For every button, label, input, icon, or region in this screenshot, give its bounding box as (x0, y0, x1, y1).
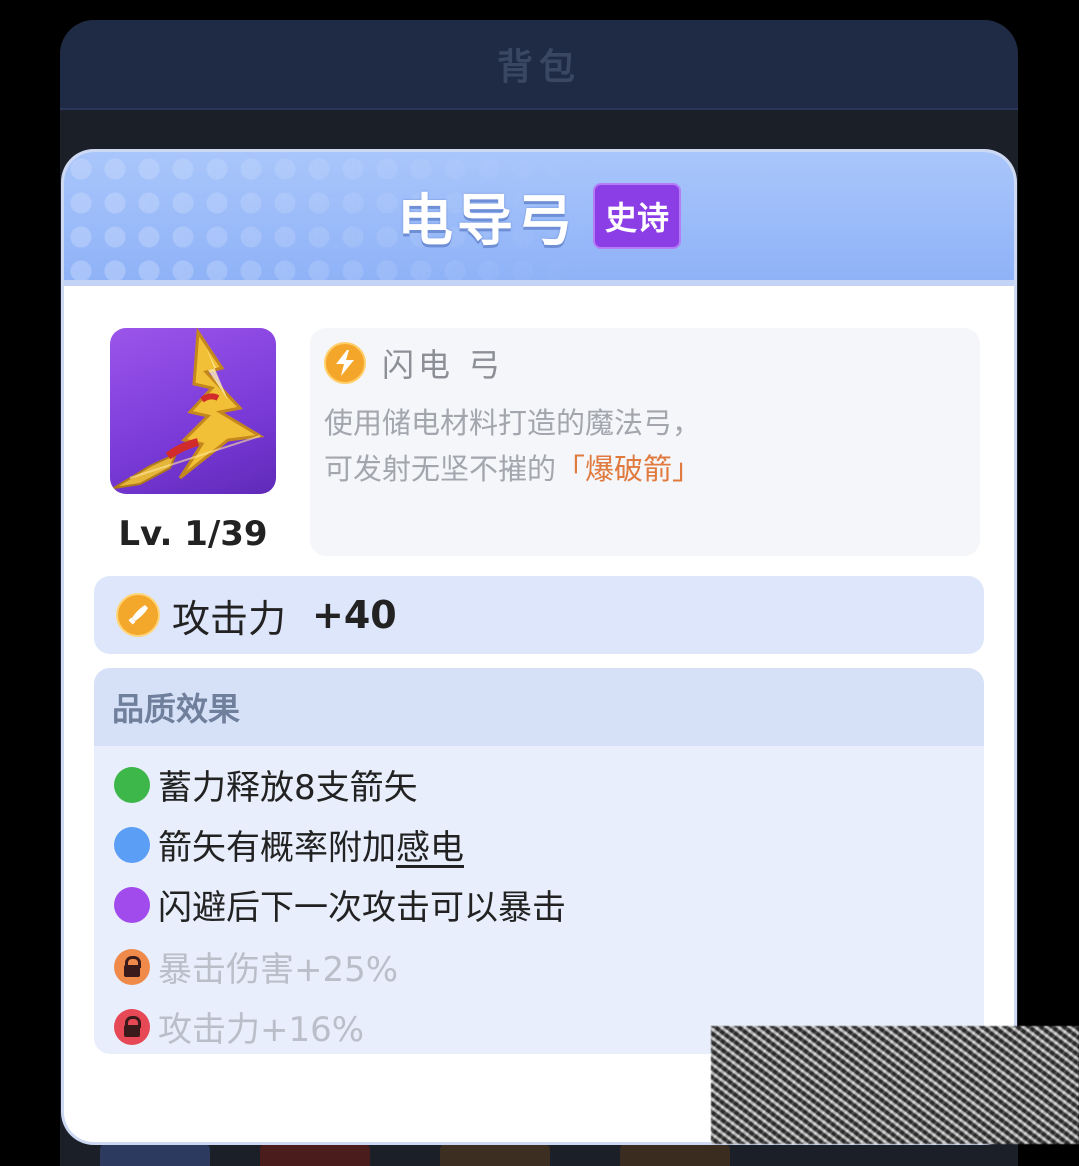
bag-slot (440, 1142, 550, 1166)
bag-slot (100, 1142, 210, 1166)
lock-icon (114, 948, 150, 985)
quality-effect-item: 蓄力释放8支箭矢 (114, 760, 418, 809)
effect-text: 闪避后下一次攻击可以暴击 (158, 888, 566, 928)
attack-stat-bar: 攻击力 +40 (94, 576, 984, 654)
item-title: 电导弓 (396, 188, 577, 254)
lock-icon (114, 1008, 150, 1045)
effect-text: 攻击力+16% (158, 1010, 365, 1050)
qr-watermark (711, 1026, 1079, 1144)
sword-icon (116, 593, 160, 637)
quality-dot-icon (114, 886, 150, 923)
item-detail-popup[interactable]: 电导弓 史诗 Lv. 1/39 闪电 弓 使用储电材料打造的魔法弓， 可发射无坚… (64, 152, 1014, 1142)
item-level: Lv. 1/39 (118, 514, 268, 554)
description-highlight: 「爆破箭」 (556, 452, 702, 486)
effect-keyword-link[interactable]: 感电 (396, 820, 464, 869)
effect-text: 箭矢有概率附加 (158, 828, 396, 868)
bag-title: 背包 (496, 47, 581, 88)
lightning-bow-icon (110, 328, 276, 494)
popup-header: 电导弓 史诗 (64, 152, 1014, 286)
item-name-row: 闪电 弓 (324, 340, 504, 386)
quality-effect-item[interactable]: 箭矢有概率附加 感电 (114, 820, 464, 869)
bag-slot (260, 1142, 370, 1166)
rarity-badge: 史诗 (592, 183, 681, 249)
attack-label: 攻击力 (172, 596, 287, 641)
lightning-bolt-icon (324, 342, 366, 384)
description-text: 可发射无坚不摧的 (324, 452, 557, 486)
bag-header: 背包 (60, 20, 1018, 110)
item-subname: 闪电 弓 (382, 346, 505, 384)
effect-text: 暴击伤害+25% (158, 950, 399, 990)
quality-effect-item-locked: 暴击伤害+25% (114, 942, 398, 991)
quality-effect-item: 闪避后下一次攻击可以暴击 (114, 880, 566, 929)
attack-value: +40 (312, 593, 397, 637)
effect-text: 蓄力释放8支箭矢 (158, 768, 418, 808)
description-line: 可发射无坚不摧的「爆破箭」 (324, 446, 701, 492)
quality-effect-item-locked: 攻击力+16% (114, 1002, 364, 1051)
item-description-box: 闪电 弓 使用储电材料打造的魔法弓， 可发射无坚不摧的「爆破箭」 (310, 328, 980, 556)
bag-slot (620, 1142, 730, 1166)
quality-title: 品质效果 (94, 668, 984, 746)
quality-dot-icon (114, 766, 150, 803)
description-line: 使用储电材料打造的魔法弓， (324, 406, 702, 440)
quality-dot-icon (114, 826, 150, 863)
quality-effects-panel: 品质效果 蓄力释放8支箭矢 箭矢有概率附加 感电 闪避后下一次攻击可以暴击 暴击伤… (94, 668, 984, 1054)
item-description: 使用储电材料打造的魔法弓， 可发射无坚不摧的「爆破箭」 (324, 400, 701, 492)
